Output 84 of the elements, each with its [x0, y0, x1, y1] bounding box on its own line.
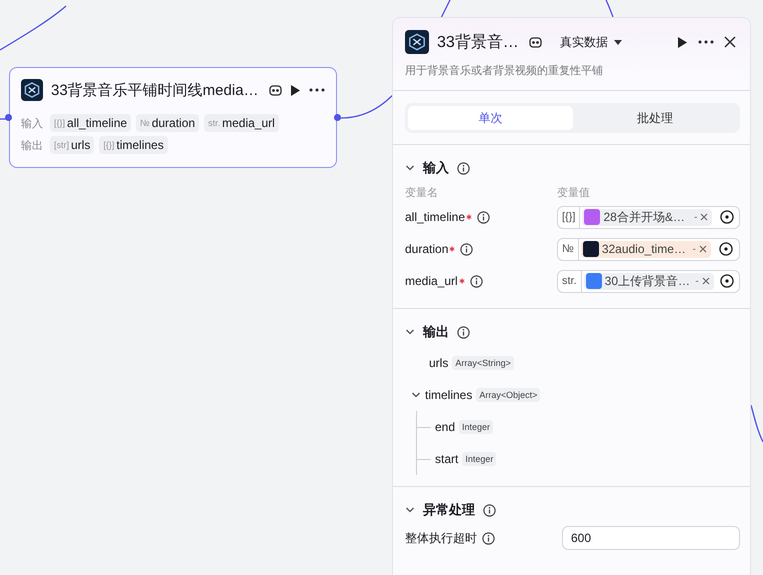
section-title: 输入	[423, 159, 449, 177]
type-tag: [{}]	[103, 140, 114, 150]
output-name: urls	[429, 356, 448, 370]
column-header: 变量名	[405, 186, 439, 200]
panel-title: 33背景音…	[437, 32, 519, 52]
separator-dash: -	[694, 212, 698, 222]
output-port[interactable]	[334, 114, 341, 121]
mode-tab[interactable]: 批处理	[572, 106, 737, 130]
panel-description: 用于背景音乐或者背景视频的重复性平铺	[405, 64, 604, 78]
output-name: timelines	[425, 388, 472, 402]
chevron-icon[interactable]	[405, 505, 415, 515]
param-name: duration	[152, 116, 196, 130]
reference-field[interactable]: № 32audio_time… -	[557, 238, 740, 260]
node-title: 33背景音乐平铺时间线media…	[51, 80, 260, 100]
param-name: urls	[71, 138, 90, 152]
clear-icon[interactable]	[702, 277, 710, 285]
type-badge: Integer	[462, 452, 496, 466]
output-name: end	[435, 420, 456, 434]
param-name: media_url	[405, 274, 458, 288]
info-icon	[457, 326, 470, 338]
param-name: media_url	[222, 116, 275, 130]
panel-logo-icon	[405, 30, 429, 54]
play-icon[interactable]	[290, 84, 301, 96]
mode-tab[interactable]: 单次	[408, 106, 572, 130]
separator-dash: -	[692, 244, 696, 254]
close-icon[interactable]	[724, 36, 736, 48]
type-badge: Array<String>	[452, 356, 514, 370]
clear-icon[interactable]	[698, 245, 707, 253]
row-label: 输出	[21, 138, 44, 152]
section-title: 异常处理	[423, 501, 475, 519]
separator-dash: -	[695, 276, 699, 286]
input-port[interactable]	[5, 114, 12, 121]
type-badge: Integer	[459, 420, 494, 434]
output-name: start	[435, 452, 458, 466]
row-label: 输入	[21, 116, 44, 130]
type-tag: [{}]	[558, 206, 580, 228]
param-name: all_timeline	[405, 210, 466, 224]
type-tag: str.	[208, 118, 220, 128]
preview-icon[interactable]	[528, 36, 542, 48]
type-tag: №	[140, 118, 150, 128]
reference-name: 32audio_time…	[602, 242, 687, 256]
target-icon[interactable]	[720, 210, 734, 224]
param-name: timelines	[116, 138, 164, 152]
column-header: 变量值	[557, 186, 591, 200]
target-icon[interactable]	[718, 242, 733, 256]
more-icon[interactable]	[698, 40, 714, 44]
play-icon[interactable]	[677, 36, 688, 48]
type-tag: [str]	[54, 140, 69, 150]
info-icon	[483, 504, 496, 516]
more-icon[interactable]	[309, 88, 325, 92]
reference-chip[interactable]: 32audio_time… -	[580, 240, 711, 258]
chevron-icon[interactable]	[405, 327, 415, 337]
connector-line	[0, 6, 66, 51]
node-card[interactable]: 33背景音乐平铺时间线media… 输入 [{}] all_timeline № duration str. media_url 输出 [str] urls [{}] timelines	[9, 67, 337, 168]
chevron-icon[interactable]	[405, 163, 415, 173]
info-icon	[482, 532, 495, 544]
info-icon	[477, 210, 490, 224]
info-icon	[457, 162, 470, 174]
caret-icon	[614, 40, 622, 44]
data-source-dropdown[interactable]: 真实数据	[560, 34, 622, 50]
reference-name: 30上传背景音…	[604, 272, 692, 290]
type-badge: Array<Object>	[476, 388, 540, 402]
timeout-input[interactable]: 600	[562, 526, 740, 550]
connector-line	[605, 0, 614, 18]
reference-chip[interactable]: 30上传背景音… -	[584, 272, 714, 290]
param-name: all_timeline	[67, 116, 128, 130]
node-logo-icon	[21, 79, 43, 101]
type-tag: №	[558, 238, 579, 260]
param-name: duration	[405, 242, 448, 256]
reference-field[interactable]: [{}] 28合并开场&… -	[557, 206, 740, 228]
field-label: 整体执行超时	[405, 530, 477, 546]
preview-icon[interactable]	[269, 84, 282, 96]
connector-line	[750, 404, 763, 442]
reference-field[interactable]: str. 30上传背景音… -	[557, 270, 740, 292]
type-tag: [{}]	[54, 118, 66, 128]
info-icon	[460, 242, 474, 256]
section-title: 输出	[423, 323, 449, 341]
expand-chevron-icon[interactable]	[411, 390, 421, 400]
type-tag: str.	[558, 270, 582, 292]
target-icon[interactable]	[720, 274, 734, 288]
reference-chip[interactable]: 28合并开场&… -	[582, 208, 712, 226]
info-icon	[470, 274, 483, 288]
reference-name: 28合并开场&…	[603, 208, 686, 226]
clear-icon[interactable]	[700, 213, 708, 221]
